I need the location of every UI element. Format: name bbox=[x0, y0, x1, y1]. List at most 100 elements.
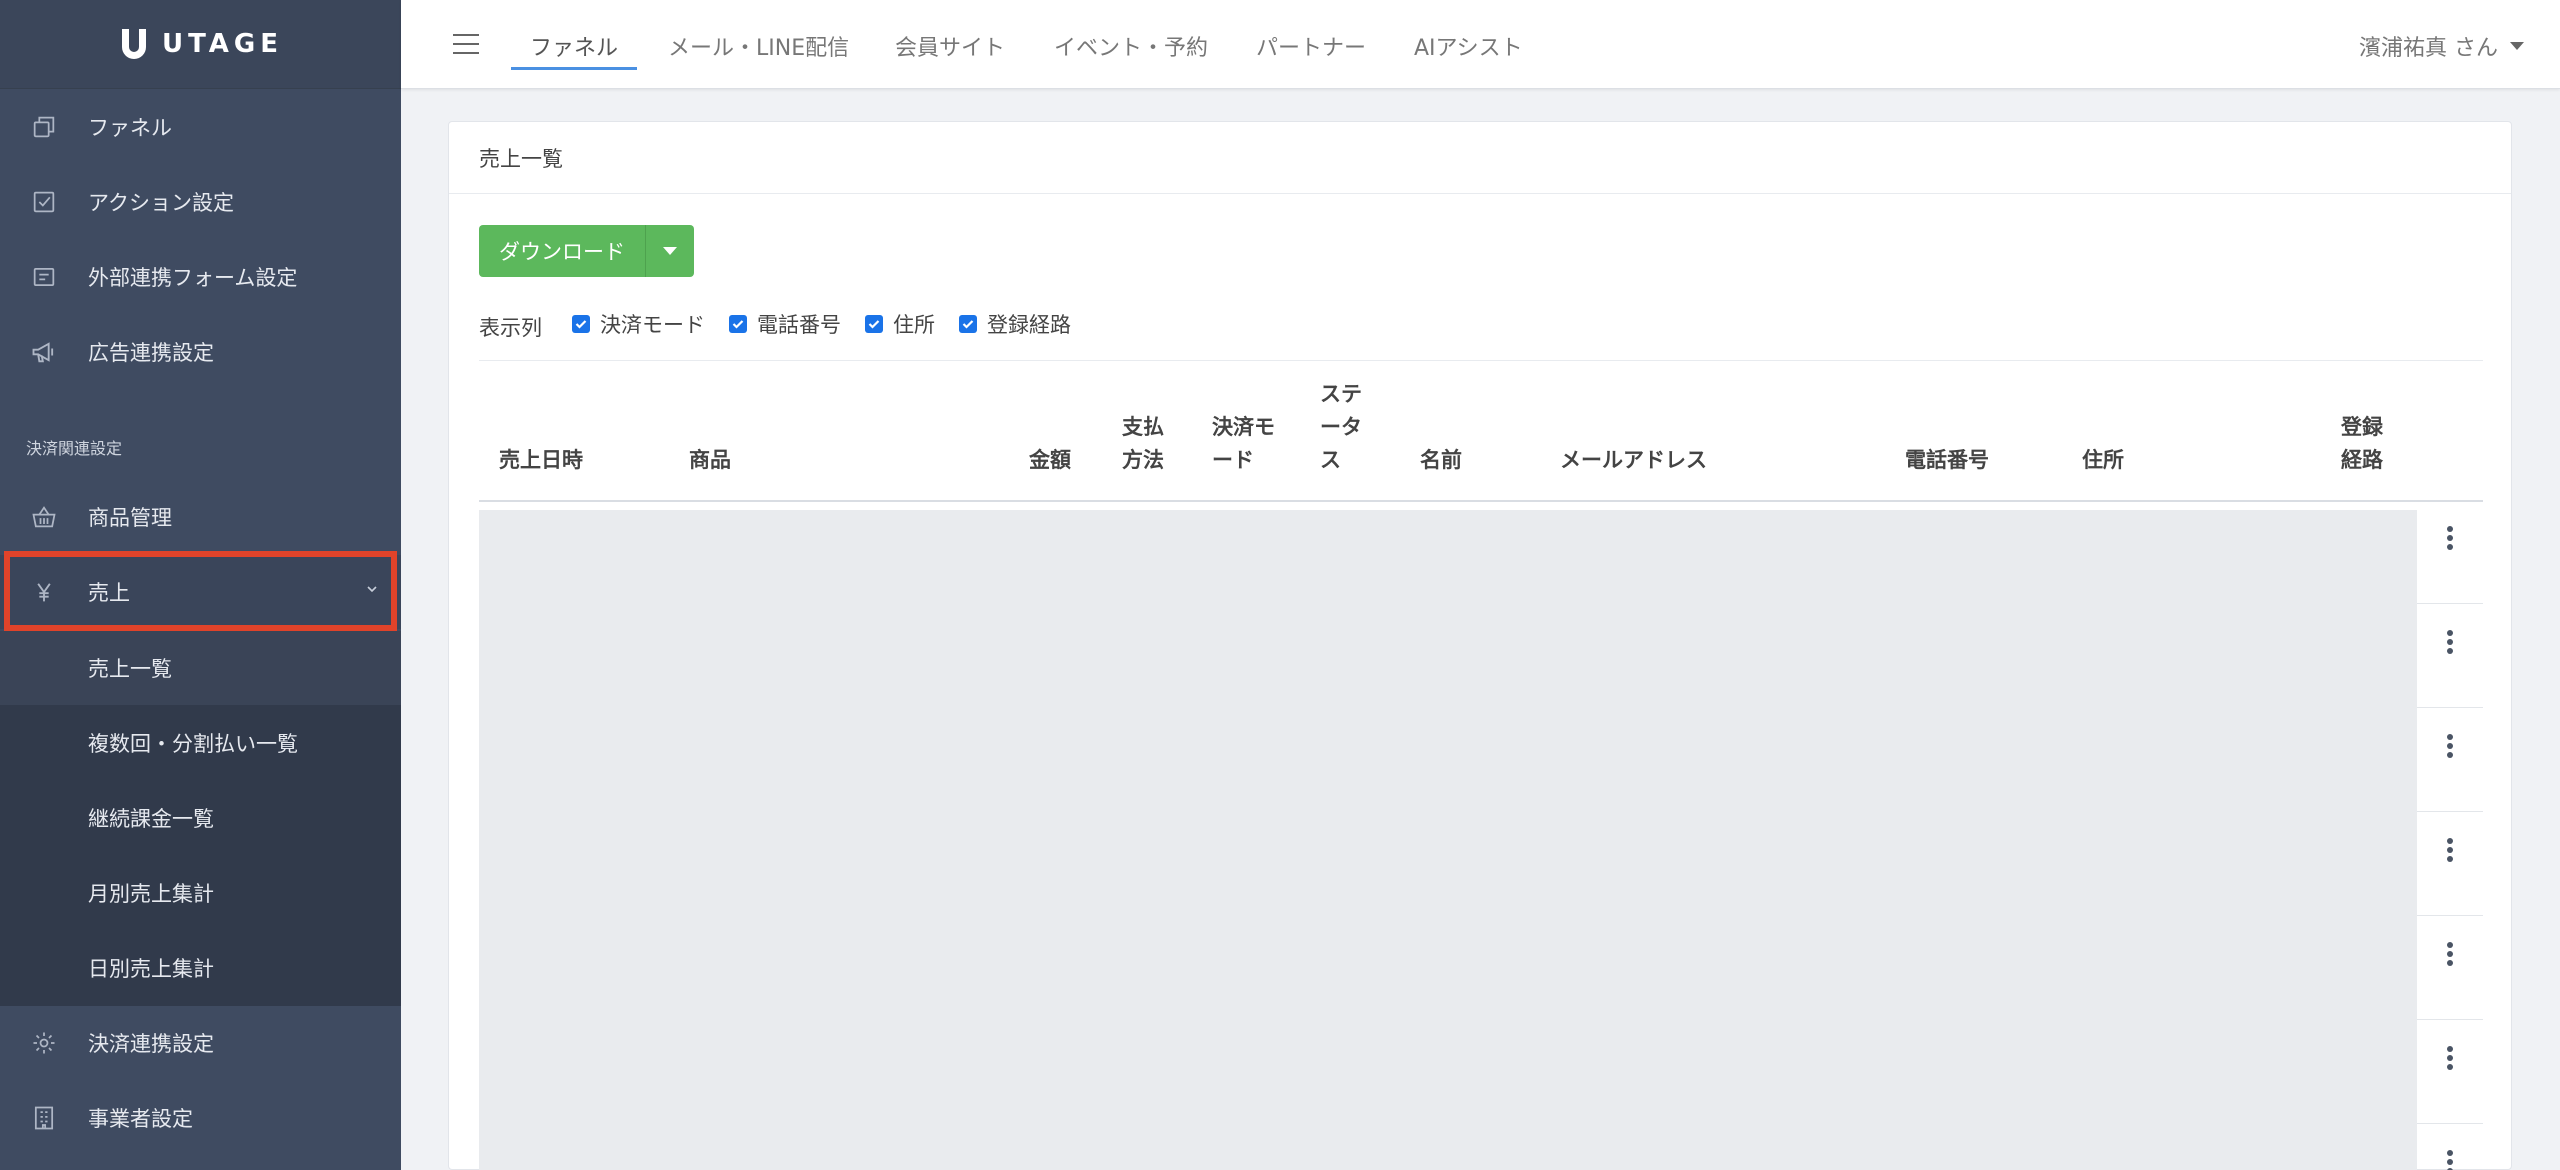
sidebar-item-label: 広告連携設定 bbox=[88, 341, 214, 365]
sidebar-item-external-form[interactable]: 外部連携フォーム設定 bbox=[0, 240, 401, 314]
toggle-label: 電話番号 bbox=[757, 313, 841, 337]
row-divider bbox=[2417, 1019, 2483, 1020]
table-body-loading bbox=[479, 510, 2417, 1170]
user-name: 濱浦祐真 さん bbox=[2359, 36, 2498, 61]
header-payment-mode[interactable]: 決済モ ード bbox=[1212, 411, 1275, 477]
active-tab-indicator bbox=[511, 67, 637, 70]
download-button-group: ダウンロード bbox=[479, 225, 694, 277]
sidebar-item-payment-integration[interactable]: 決済連携設定 bbox=[0, 1006, 401, 1080]
toggle-payment-mode[interactable]: 決済モード bbox=[572, 309, 705, 339]
tab-mail-line[interactable]: メール・LINE配信 bbox=[668, 30, 849, 62]
checkbox-checked-icon[interactable] bbox=[729, 315, 747, 333]
submenu-item-label: 日別売上集計 bbox=[88, 957, 214, 981]
building-icon bbox=[28, 1102, 60, 1134]
toggle-label: 決済モード bbox=[600, 313, 705, 337]
sales-list-card: 売上一覧 ダウンロード 表示列 決済モード 電話番号 住所 登録経路 売上日時 … bbox=[448, 121, 2512, 1170]
tab-member-site[interactable]: 会員サイト bbox=[895, 30, 1005, 62]
toggle-registration-route[interactable]: 登録経路 bbox=[959, 309, 1071, 339]
row-actions-icon[interactable] bbox=[2439, 732, 2461, 760]
copy-icon bbox=[28, 111, 60, 143]
sidebar-item-business-settings[interactable]: 事業者設定 bbox=[0, 1081, 401, 1155]
submenu-item-label: 複数回・分割払い一覧 bbox=[88, 732, 298, 756]
tab-partner[interactable]: パートナー bbox=[1256, 30, 1366, 62]
checkbox-checked-icon[interactable] bbox=[959, 315, 977, 333]
tab-event-booking[interactable]: イベント・予約 bbox=[1054, 30, 1208, 62]
section-label-payment: 決済関連設定 bbox=[26, 439, 123, 458]
submenu-item-daily-sales[interactable]: 日別売上集計 bbox=[0, 931, 401, 1005]
download-dropdown-toggle[interactable] bbox=[646, 225, 694, 277]
megaphone-icon bbox=[28, 336, 60, 368]
toggle-address[interactable]: 住所 bbox=[865, 309, 935, 339]
header-phone[interactable]: 電話番号 bbox=[1905, 444, 1989, 477]
sidebar-item-sales[interactable]: 売上 bbox=[0, 555, 401, 629]
check-square-icon bbox=[28, 186, 60, 218]
page-title: 売上一覧 bbox=[479, 146, 563, 171]
gear-icon bbox=[28, 1027, 60, 1059]
sidebar-item-label: 外部連携フォーム設定 bbox=[88, 266, 298, 290]
divider bbox=[479, 360, 2483, 361]
basket-icon bbox=[28, 501, 60, 533]
sidebar-item-funnel[interactable]: ファネル bbox=[0, 90, 401, 164]
form-icon bbox=[28, 261, 60, 293]
utage-logo-icon bbox=[121, 29, 146, 59]
submenu-item-sales-list[interactable]: 売上一覧 bbox=[0, 631, 401, 705]
chevron-down-icon bbox=[367, 586, 377, 593]
submenu-item-label: 売上一覧 bbox=[88, 657, 172, 681]
toggle-label: 登録経路 bbox=[987, 313, 1071, 337]
submenu-item-subscriptions[interactable]: 継続課金一覧 bbox=[0, 781, 401, 855]
row-divider bbox=[2417, 707, 2483, 708]
sidebar-item-ad-integration[interactable]: 広告連携設定 bbox=[0, 315, 401, 389]
header-product[interactable]: 商品 bbox=[689, 444, 731, 477]
checkbox-checked-icon[interactable] bbox=[572, 315, 590, 333]
row-divider bbox=[2417, 915, 2483, 916]
header-registration-route[interactable]: 登録 経路 bbox=[2341, 411, 2383, 477]
columns-label: 表示列 bbox=[479, 316, 542, 340]
logo-text: UTAGE bbox=[161, 29, 284, 59]
sidebar-item-label: 商品管理 bbox=[88, 506, 172, 530]
header-status[interactable]: ステ ータス bbox=[1320, 378, 1362, 477]
caret-down-icon bbox=[2510, 42, 2524, 50]
submenu-item-installments[interactable]: 複数回・分割払い一覧 bbox=[0, 706, 401, 780]
sales-table-header: 売上日時 商品 金額 支払 方法 決済モ ード ステ ータス 名前 メールアドレス 電… bbox=[479, 362, 2483, 502]
submenu-item-label: 継続課金一覧 bbox=[88, 807, 214, 831]
row-actions-icon[interactable] bbox=[2439, 524, 2461, 552]
yen-icon bbox=[28, 576, 60, 608]
row-actions-icon[interactable] bbox=[2439, 940, 2461, 968]
sidebar-item-product-management[interactable]: 商品管理 bbox=[0, 480, 401, 554]
row-actions-icon[interactable] bbox=[2439, 1148, 2461, 1170]
checkbox-checked-icon[interactable] bbox=[865, 315, 883, 333]
header-amount[interactable]: 金額 bbox=[1029, 444, 1071, 477]
hamburger-menu-icon[interactable] bbox=[453, 34, 479, 56]
sidebar-item-label: 事業者設定 bbox=[88, 1107, 193, 1131]
toggle-label: 住所 bbox=[893, 313, 935, 337]
row-divider bbox=[2417, 1123, 2483, 1124]
sidebar-item-action-settings[interactable]: アクション設定 bbox=[0, 165, 401, 239]
header-payment-method[interactable]: 支払 方法 bbox=[1122, 411, 1164, 477]
tab-ai-assist[interactable]: AIアシスト bbox=[1414, 30, 1523, 62]
submenu-item-label: 月別売上集計 bbox=[88, 882, 214, 906]
user-menu[interactable]: 濱浦祐真 さん bbox=[2359, 30, 2524, 62]
header-email[interactable]: メールアドレス bbox=[1560, 444, 1707, 477]
sidebar-item-label: アクション設定 bbox=[88, 191, 234, 215]
row-actions-icon[interactable] bbox=[2439, 628, 2461, 656]
sales-submenu: 売上一覧 複数回・分割払い一覧 継続課金一覧 月別売上集計 日別売上集計 bbox=[0, 631, 401, 1006]
card-header: 売上一覧 bbox=[449, 122, 2511, 194]
tab-funnel[interactable]: ファネル bbox=[530, 30, 618, 62]
sidebar: UTAGE ファネル アクション設定 外部連携フォーム設定 広告連携設定 決済関… bbox=[0, 0, 401, 1170]
sidebar-item-label: 決済連携設定 bbox=[88, 1032, 214, 1056]
toggle-phone[interactable]: 電話番号 bbox=[729, 309, 841, 339]
header-name[interactable]: 名前 bbox=[1420, 444, 1462, 477]
column-toggles: 表示列 決済モード 電話番号 住所 登録経路 bbox=[479, 306, 1095, 342]
submenu-item-monthly-sales[interactable]: 月別売上集計 bbox=[0, 856, 401, 930]
row-actions-icon[interactable] bbox=[2439, 836, 2461, 864]
download-button[interactable]: ダウンロード bbox=[479, 225, 646, 277]
row-divider bbox=[2417, 603, 2483, 604]
sidebar-item-label: 売上 bbox=[88, 581, 130, 605]
row-actions-icon[interactable] bbox=[2439, 1044, 2461, 1072]
header-sale-datetime[interactable]: 売上日時 bbox=[499, 444, 583, 477]
caret-down-icon bbox=[663, 247, 677, 255]
row-divider bbox=[2417, 811, 2483, 812]
header-address[interactable]: 住所 bbox=[2082, 444, 2124, 477]
topbar: ファネル メール・LINE配信 会員サイト イベント・予約 パートナー AIアシ… bbox=[401, 0, 2560, 89]
logo[interactable]: UTAGE bbox=[0, 0, 401, 89]
